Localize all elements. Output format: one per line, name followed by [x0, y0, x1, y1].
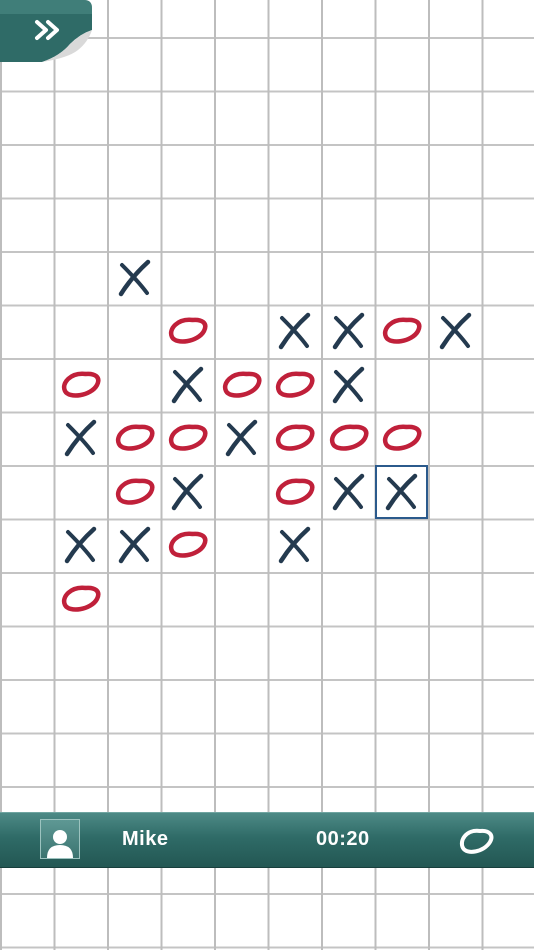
- x-mark: [268, 305, 322, 359]
- menu-toggle-button[interactable]: [0, 0, 92, 62]
- x-mark: [161, 358, 215, 412]
- x-mark: [161, 465, 215, 519]
- user-silhouette-icon: [47, 830, 73, 858]
- o-mark: [268, 412, 322, 466]
- x-mark: [54, 519, 108, 573]
- x-mark: [268, 519, 322, 573]
- o-mark: [54, 572, 108, 626]
- double-chevron-right-icon: [0, 0, 92, 62]
- player-status-bar: Mike 00:20: [0, 812, 534, 868]
- o-mark: [161, 519, 215, 573]
- o-mark: [268, 358, 322, 412]
- o-mark: [107, 465, 161, 519]
- game-board[interactable]: [0, 0, 534, 950]
- avatar[interactable]: [40, 819, 80, 859]
- x-mark: [428, 305, 482, 359]
- turn-timer: 00:20: [316, 828, 370, 850]
- x-mark: [321, 465, 375, 519]
- o-mark: [161, 305, 215, 359]
- x-mark: [321, 305, 375, 359]
- o-mark: [375, 305, 429, 359]
- o-mark: [161, 412, 215, 466]
- player-name: Mike: [122, 828, 169, 850]
- selected-x-mark: [374, 465, 428, 519]
- x-mark: [321, 358, 375, 412]
- o-mark-icon: [460, 828, 494, 854]
- x-mark: [107, 251, 161, 305]
- o-mark: [375, 412, 429, 466]
- o-mark: [54, 358, 108, 412]
- o-mark: [268, 465, 322, 519]
- x-mark: [107, 519, 161, 573]
- x-mark: [54, 412, 108, 466]
- o-mark: [214, 358, 268, 412]
- o-mark: [321, 412, 375, 466]
- x-mark: [214, 412, 268, 466]
- o-mark: [107, 412, 161, 466]
